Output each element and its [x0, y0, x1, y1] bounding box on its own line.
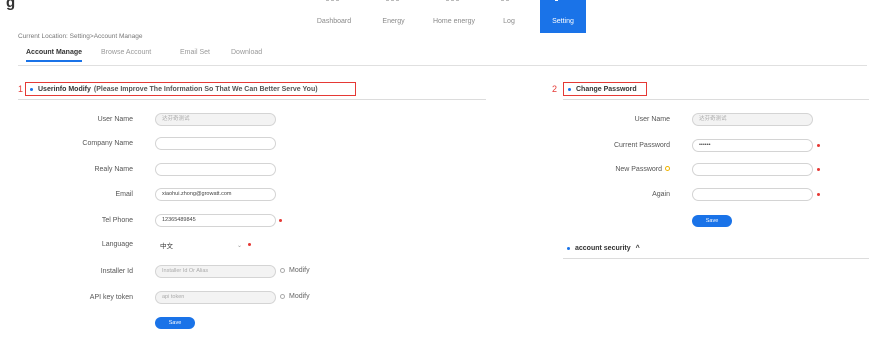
info-icon[interactable]	[665, 166, 670, 171]
api-key-token-field: api token	[155, 291, 276, 304]
tab-account-manage[interactable]: Account Manage	[26, 49, 83, 62]
pw-user-name-field: 达芬奇测试	[692, 113, 813, 126]
account-security-toggle[interactable]: account security ^	[567, 245, 640, 252]
dashboard-icon	[325, 0, 343, 4]
language-selected-value: 中文	[160, 243, 173, 250]
annotation-marker-1: 1	[18, 84, 24, 94]
chevron-up-icon: ^	[635, 245, 640, 252]
tab-browse-account[interactable]: Browse Account	[101, 49, 151, 56]
realy-name-label: Realy Name	[94, 166, 133, 173]
change-password-title: Change Password	[576, 85, 637, 93]
change-password-header: Change Password	[563, 82, 647, 96]
section-dot-icon	[30, 87, 33, 91]
tab-download[interactable]: Download	[231, 49, 262, 56]
account-security-label: account security	[575, 245, 631, 252]
section-divider	[563, 99, 869, 100]
userinfo-modify-header: Userinfo Modify (Please Improve The Info…	[25, 82, 356, 96]
nav-dashboard[interactable]: Dashboard	[304, 0, 364, 33]
required-indicator	[248, 243, 251, 246]
userinfo-title: Userinfo Modify	[38, 85, 91, 93]
top-navigation-bar: g Dashboard Energy Home energy Log Setti…	[0, 0, 885, 33]
again-label: Again	[652, 191, 670, 198]
section-divider	[563, 258, 869, 259]
radio-circle-icon	[280, 294, 285, 299]
modify-label: Modify	[289, 293, 310, 300]
nav-log[interactable]: Log	[484, 0, 534, 33]
home-energy-icon	[445, 0, 463, 4]
realy-name-field[interactable]	[155, 163, 276, 176]
annotation-marker-2: 2	[552, 84, 558, 94]
required-indicator	[279, 219, 282, 222]
setting-icon	[554, 0, 572, 4]
modify-label: Modify	[289, 267, 310, 274]
current-password-field[interactable]: ••••••	[692, 139, 813, 152]
user-name-field: 达芬奇测试	[155, 113, 276, 126]
email-field[interactable]: xiaohui.zhong@growatt.com	[155, 188, 276, 201]
settings-tabs: Account Manage Browse Account Email Set …	[18, 49, 867, 66]
tab-email-set[interactable]: Email Set	[180, 49, 210, 56]
password-save-button[interactable]: Save	[692, 215, 732, 227]
tel-phone-label: Tel Phone	[101, 217, 133, 224]
new-password-label: New Password	[550, 166, 670, 173]
api-key-token-modify[interactable]: Modify	[280, 293, 310, 300]
nav-energy-label: Energy	[382, 18, 405, 25]
section-dot-icon	[568, 87, 571, 91]
nav-log-label: Log	[503, 18, 515, 25]
breadcrumb: Current Location: Setting>Account Manage	[18, 33, 143, 40]
email-label: Email	[115, 191, 133, 198]
user-name-label: User Name	[97, 116, 133, 123]
company-name-label: Company Name	[82, 140, 133, 147]
nav-energy[interactable]: Energy	[366, 0, 421, 33]
nav-setting[interactable]: Setting	[540, 0, 586, 33]
log-icon	[500, 0, 518, 4]
nav-home-energy-label: Home energy	[432, 18, 476, 25]
userinfo-save-button[interactable]: Save	[155, 317, 195, 329]
required-indicator	[817, 193, 820, 196]
required-indicator	[817, 168, 820, 171]
section-dot-icon	[567, 247, 570, 250]
company-name-field[interactable]	[155, 137, 276, 150]
required-indicator	[817, 144, 820, 147]
current-password-label: Current Password	[613, 142, 670, 149]
pw-user-name-label: User Name	[634, 116, 670, 123]
new-password-label-text: New Password	[615, 166, 662, 173]
userinfo-subtitle: (Please Improve The Information So That …	[93, 85, 318, 93]
language-select[interactable]: 中文 ⌄	[160, 240, 250, 253]
tel-phone-field[interactable]: 12365489845	[155, 214, 276, 227]
again-password-field[interactable]	[692, 188, 813, 201]
brand-logo: g	[6, 0, 16, 11]
installer-id-label: Installer Id	[100, 268, 133, 275]
new-password-field[interactable]	[692, 163, 813, 176]
nav-setting-label: Setting	[552, 18, 574, 25]
api-key-token-label: API key token	[89, 294, 133, 301]
chevron-down-icon: ⌄	[236, 243, 242, 249]
radio-circle-icon	[280, 268, 285, 273]
nav-dashboard-label: Dashboard	[316, 18, 352, 25]
section-divider	[18, 99, 486, 100]
installer-id-field: Installer Id Or Alias	[155, 265, 276, 278]
energy-icon	[385, 0, 403, 4]
installer-id-modify[interactable]: Modify	[280, 267, 310, 274]
language-label: Language	[101, 241, 133, 248]
nav-home-energy[interactable]: Home energy	[424, 0, 484, 33]
